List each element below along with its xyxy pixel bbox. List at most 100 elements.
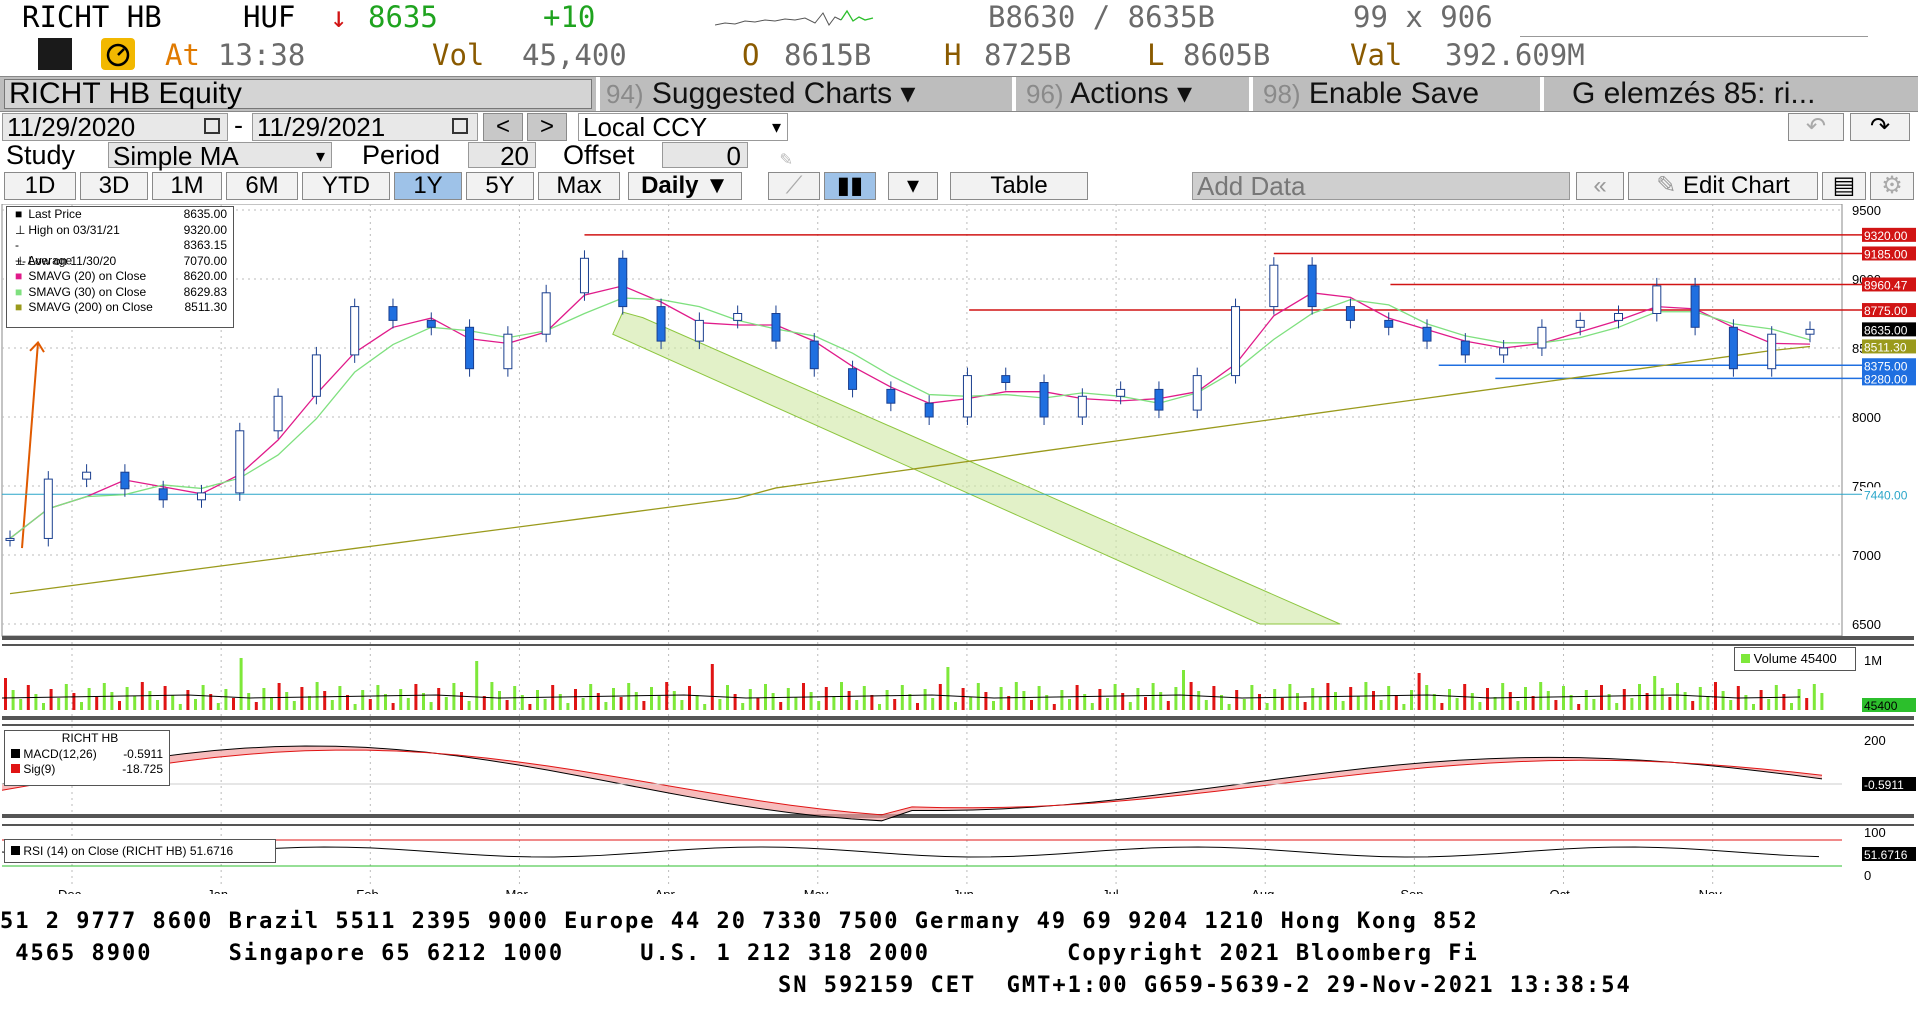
volume-bar <box>1204 700 1208 710</box>
signal-label: Sig(9) <box>23 762 56 776</box>
security-field[interactable]: RICHT HB Equity <box>4 77 592 110</box>
volume-bar <box>1212 686 1216 710</box>
add-data-input[interactable]: Add Data <box>1192 172 1570 200</box>
candle-body <box>465 326 475 370</box>
candle-body <box>1499 347 1509 356</box>
volume-bar <box>1797 689 1801 710</box>
candle-body <box>1192 375 1202 411</box>
volume-bar <box>1600 685 1603 710</box>
volume-bar <box>118 701 121 710</box>
edit-chart-button[interactable]: ✎ Edit Chart <box>1628 172 1818 200</box>
volume-bar <box>634 692 638 710</box>
down-arrow-icon: ↓ <box>330 0 348 34</box>
volume-bar <box>110 692 114 710</box>
volume-bar <box>1448 689 1451 710</box>
menu-bar: RICHT HB Equity 94) Suggested Charts ▾ 9… <box>0 76 1918 112</box>
pencil-icon[interactable]: ✎ <box>780 146 806 170</box>
chart-settings-icon[interactable]: ▤ <box>1822 172 1866 200</box>
range-button-1y[interactable]: 1Y <box>394 172 462 200</box>
undo-button[interactable]: ↶ <box>1788 113 1844 141</box>
range-button-3d[interactable]: 3D <box>80 172 148 200</box>
volume-bar <box>1182 670 1185 710</box>
alert-clock-icon[interactable] <box>101 38 135 70</box>
candle-body <box>579 257 589 294</box>
calendar-icon[interactable] <box>204 118 220 134</box>
chart-type-dropdown[interactable]: ▾ <box>888 172 938 200</box>
volume-bar <box>1653 676 1657 710</box>
candle-body <box>1307 264 1317 308</box>
volume-bar <box>931 698 935 710</box>
volume-bar <box>270 697 273 710</box>
study-select[interactable]: Simple MA ▾ <box>108 142 332 169</box>
range-button-5y[interactable]: 5Y <box>466 172 534 200</box>
candle-body <box>5 537 15 541</box>
volume-bar <box>1372 691 1375 710</box>
legend-entry: ⊥ Low on 11/30/20 7070.00 <box>7 254 233 270</box>
candle-body <box>1614 313 1624 321</box>
frequency-select[interactable]: Daily ▼ <box>628 172 742 200</box>
volume-bar <box>1691 701 1695 710</box>
volume-bar <box>1714 682 1717 710</box>
volume-bar <box>1478 702 1482 710</box>
calendar-icon-end[interactable] <box>452 118 468 134</box>
table-button[interactable]: Table <box>950 172 1088 200</box>
volume-bar <box>703 704 707 710</box>
range-button-1m[interactable]: 1M <box>152 172 222 200</box>
currency-mode-value: Local CCY <box>583 112 708 142</box>
end-date-field[interactable]: 11/29/2021 <box>252 113 478 141</box>
gear-icon[interactable]: ⚙ <box>1870 172 1914 200</box>
legend-swatch: ■ <box>15 284 23 299</box>
line-chart-icon[interactable]: ⟋ <box>768 172 820 200</box>
redo-button[interactable]: ↷ <box>1850 113 1910 141</box>
low-label: L <box>1147 38 1165 72</box>
start-date-field[interactable]: 11/29/2020 <box>2 113 228 141</box>
volume-bar <box>1698 687 1702 710</box>
volume-bar <box>794 697 798 710</box>
candle-body <box>1001 375 1011 384</box>
candle-body <box>503 333 513 370</box>
volume-bar <box>323 691 327 710</box>
collapse-chevrons[interactable]: « <box>1576 172 1624 200</box>
volume-bar <box>1440 703 1444 710</box>
black-square-icon[interactable] <box>38 38 72 70</box>
panel-separator <box>2 724 1914 726</box>
candle-chart-icon[interactable]: ▮▮ <box>824 172 876 200</box>
enable-save-button[interactable]: 98) Enable Save <box>1263 77 1479 111</box>
volume-bar <box>292 701 296 710</box>
analysis-title[interactable]: G elemzés 85: ri... <box>1572 77 1815 111</box>
period-input[interactable]: 20 <box>468 142 536 169</box>
range-button-6m[interactable]: 6M <box>226 172 298 200</box>
candle-body <box>1537 326 1547 349</box>
currency-mode-select[interactable]: Local CCY ▾ <box>578 113 788 141</box>
volume-bar <box>1425 685 1429 710</box>
volume-bar <box>391 703 395 710</box>
volume-bar <box>1562 686 1565 710</box>
range-button-1d[interactable]: 1D <box>4 172 76 200</box>
offset-label: Offset <box>563 140 635 170</box>
volume-bar <box>1334 692 1337 710</box>
legend-value: 8363.15 <box>183 238 227 252</box>
legend-label: SMAVG (200) on Close <box>25 300 153 314</box>
price-chart[interactable]: 95009000850080007500700065009320.009185.… <box>0 204 1918 894</box>
volume-bar <box>1539 682 1543 710</box>
volume-bar <box>178 704 182 710</box>
volume-bar <box>847 691 851 710</box>
volume-bar <box>414 684 418 710</box>
range-button-ytd[interactable]: YTD <box>302 172 390 200</box>
suggested-charts-menu[interactable]: 94) Suggested Charts ▾ <box>606 77 915 111</box>
volume-bar <box>1759 690 1763 710</box>
volume-bar <box>4 678 7 710</box>
volume-legend: Volume 45400 <box>1734 647 1856 671</box>
volume-bar <box>1098 689 1102 710</box>
volume-axis-label: 1M <box>1864 653 1882 668</box>
rsi-label: RSI (14) on Close (RICHT HB) 51.6716 <box>23 844 234 858</box>
offset-input[interactable]: 0 <box>662 142 748 169</box>
volume-bar <box>756 698 760 710</box>
next-period-button[interactable]: > <box>527 113 567 141</box>
candle-body <box>350 306 360 356</box>
volume-bar <box>619 697 623 710</box>
range-button-max[interactable]: Max <box>538 172 620 200</box>
volume-bar <box>1683 692 1687 710</box>
actions-menu[interactable]: 96) Actions ▾ <box>1026 77 1192 111</box>
prev-period-button[interactable]: < <box>483 113 523 141</box>
